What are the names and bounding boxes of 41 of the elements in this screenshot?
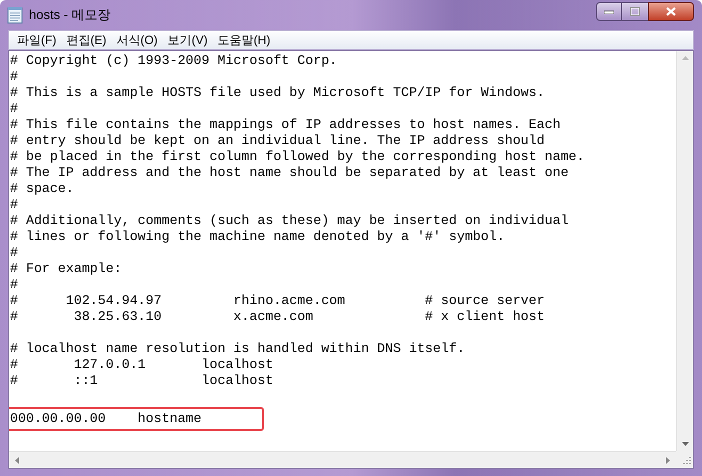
text-line: # [10,197,18,213]
text-line: # entry should be kept on an individual line. The IP address should [10,133,545,149]
text-line: # 102.54.94.97 rhino.acme.com # source server [10,293,545,309]
text-line: # The IP address and the host name should be separated by at least one [10,165,569,181]
text-line: # 38.25.63.10 x.acme.com # x client host [10,309,545,325]
menu-item[interactable]: 보기(V) [162,31,213,49]
text-line: # localhost name resolution is handled within DNS itself. [10,341,465,357]
text-line: # [10,277,18,293]
highlighted-entry: 000.00.00.00 hostname [9,407,264,431]
resize-grip-icon[interactable] [681,456,691,466]
text-line: # [10,245,18,261]
text-line: # lines or following the machine name denoted by a '#' symbol. [10,229,505,245]
maximize-button[interactable] [622,2,648,21]
text-line: # space. [10,181,74,197]
scroll-right-icon [666,456,670,464]
minimize-button[interactable] [596,2,622,21]
text-line: # [10,101,18,117]
text-line: # [10,69,18,85]
horizontal-scrollbar[interactable] [9,451,676,468]
text-line: # This is a sample HOSTS file used by Microsoft TCP/IP for Windows. [10,85,545,101]
maximize-icon [630,7,640,16]
text-line: # For example: [10,261,122,277]
menu-item[interactable]: 편집(E) [61,31,112,49]
window-title: hosts - 메모장 [29,6,111,24]
text-line: # 127.0.0.1 localhost [10,357,274,373]
text-line: # Additionally, comments (such as these) may be inserted on individual [10,213,569,229]
notepad-icon [7,6,23,24]
scroll-left-icon [15,456,19,464]
scroll-up-icon [682,56,688,60]
text-line: # This file contains the mappings of IP addresses to host names. Each [10,117,561,133]
text-line: # be placed in the first column followed by the corresponding host name. [10,149,585,165]
menu-item[interactable]: 파일(F) [12,31,62,49]
close-button[interactable] [648,2,694,21]
minimize-icon [604,10,614,14]
text-line: # Copyright (c) 1993-2009 Microsoft Corp. [10,53,338,69]
menu-item[interactable]: 도움말(H) [212,31,276,49]
close-icon [666,7,676,16]
text-line: # ::1 localhost [10,373,274,389]
scroll-down-icon [682,442,688,446]
vertical-scrollbar[interactable] [676,51,693,451]
menu-item[interactable]: 서식(O) [111,31,163,49]
